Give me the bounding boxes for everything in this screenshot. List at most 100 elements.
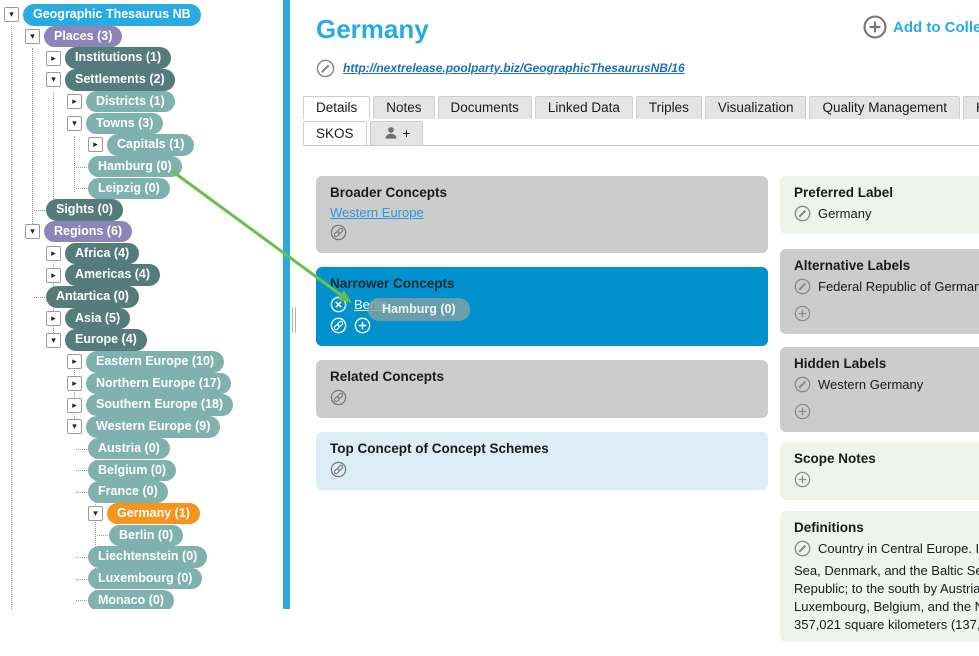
tree-node-institutions[interactable]: Institutions (1) [0, 47, 283, 69]
chevron-right-icon[interactable] [67, 354, 82, 369]
tab-user-add[interactable]: + [370, 121, 424, 145]
tab-history[interactable]: History [963, 96, 979, 119]
tree-node-districts[interactable]: Districts (1) [0, 91, 283, 113]
chevron-down-icon[interactable] [25, 29, 40, 44]
add-label-icon[interactable] [794, 403, 811, 420]
tree-pill[interactable]: Regions (6) [44, 221, 132, 243]
tree-node-sights[interactable]: Sights (0) [0, 199, 283, 221]
tree-pill[interactable]: Towns (3) [86, 113, 163, 135]
tree-node-leipzig[interactable]: Leipzig (0) [0, 178, 283, 200]
broader-concept-link[interactable]: Western Europe [330, 205, 424, 220]
tree-node-berlin[interactable]: Berlin (0) [0, 525, 283, 547]
chevron-down-icon[interactable] [88, 506, 103, 521]
tree-node-places[interactable]: Places (3) [0, 26, 283, 48]
tree-node-capitals[interactable]: Capitals (1) [0, 134, 283, 156]
chevron-right-icon[interactable] [46, 268, 61, 283]
edit-icon[interactable] [794, 278, 811, 295]
tree-pill[interactable]: France (0) [88, 481, 168, 503]
chevron-down-icon[interactable] [67, 419, 82, 434]
chevron-right-icon[interactable] [88, 137, 103, 152]
edit-uri-icon[interactable] [316, 59, 335, 78]
tree-pill[interactable]: Europe (4) [65, 329, 147, 351]
tab-details[interactable]: Details [303, 96, 370, 119]
splitter-grip[interactable] [292, 307, 296, 333]
tab-quality-management[interactable]: Quality Management [809, 96, 960, 119]
edit-icon[interactable] [794, 205, 811, 222]
tree-pill[interactable]: Places (3) [44, 26, 122, 48]
tree-pill[interactable]: Institutions (1) [65, 47, 171, 69]
chevron-right-icon[interactable] [67, 376, 82, 391]
chevron-right-icon[interactable] [67, 398, 82, 413]
tree-node-belgium[interactable]: Belgium (0) [0, 459, 283, 481]
add-to-collection-button[interactable]: Add to Collection [863, 15, 979, 39]
tree-node-root[interactable]: Geographic Thesaurus NB [0, 4, 283, 26]
tree-node-asia[interactable]: Asia (5) [0, 308, 283, 330]
remove-concept-icon[interactable] [330, 296, 347, 313]
tree-node-antartica[interactable]: Antartica (0) [0, 286, 283, 308]
tab-skos[interactable]: SKOS [303, 121, 367, 145]
tree-node-austria[interactable]: Austria (0) [0, 438, 283, 460]
tree-pill[interactable]: Northern Europe (17) [86, 373, 231, 395]
tree-pill[interactable]: Western Europe (9) [86, 416, 220, 438]
chevron-right-icon[interactable] [46, 311, 61, 326]
edit-icon[interactable] [794, 540, 811, 557]
tab-triples[interactable]: Triples [636, 96, 702, 119]
tree-node-western-europe[interactable]: Western Europe (9) [0, 416, 283, 438]
tree-pill[interactable]: Berlin (0) [109, 525, 183, 547]
tree-pill[interactable]: Settlements (2) [65, 69, 175, 91]
link-concept-icon[interactable] [330, 461, 347, 478]
tree-node-monaco[interactable]: Monaco (0) [0, 590, 283, 609]
tree-node-southern-europe[interactable]: Southern Europe (18) [0, 394, 283, 416]
add-label-icon[interactable] [794, 305, 811, 322]
tree-node-france[interactable]: France (0) [0, 481, 283, 503]
tree-pill[interactable]: Africa (4) [65, 243, 139, 265]
tree-pill[interactable]: Eastern Europe (10) [86, 351, 224, 373]
chevron-right-icon[interactable] [67, 94, 82, 109]
tree-node-liechtenstein[interactable]: Liechtenstein (0) [0, 546, 283, 568]
tree-pill[interactable]: Belgium (0) [88, 460, 176, 482]
chevron-right-icon[interactable] [46, 51, 61, 66]
tree-pill[interactable]: Districts (1) [86, 91, 175, 113]
tree-pill[interactable]: Leipzig (0) [88, 178, 170, 200]
tree-node-northern-europe[interactable]: Northern Europe (17) [0, 373, 283, 395]
tree-pill[interactable]: Geographic Thesaurus NB [23, 4, 201, 26]
tree-pill[interactable]: Hamburg (0) [88, 156, 182, 178]
tree-node-luxembourg[interactable]: Luxembourg (0) [0, 568, 283, 590]
add-concept-icon[interactable] [354, 317, 371, 334]
tree-pill[interactable]: Liechtenstein (0) [88, 546, 207, 568]
tab-notes[interactable]: Notes [373, 96, 434, 119]
tree-pill[interactable]: Americas (4) [65, 264, 160, 286]
tree-pill[interactable]: Austria (0) [88, 438, 170, 460]
link-concept-icon[interactable] [330, 389, 347, 406]
tree-pill[interactable]: Monaco (0) [88, 590, 174, 609]
tab-linked-data[interactable]: Linked Data [535, 96, 633, 119]
tree-node-towns[interactable]: Towns (3) [0, 112, 283, 134]
tree-node-africa[interactable]: Africa (4) [0, 243, 283, 265]
tree-pill-selected[interactable]: Germany (1) [107, 503, 200, 525]
chevron-right-icon[interactable] [46, 246, 61, 261]
tree-pill[interactable]: Luxembourg (0) [88, 568, 202, 590]
tree-pill[interactable]: Southern Europe (18) [86, 394, 233, 416]
edit-icon[interactable] [794, 376, 811, 393]
chevron-down-icon[interactable] [25, 224, 40, 239]
tree-node-settlements[interactable]: Settlements (2) [0, 69, 283, 91]
tree-node-eastern-europe[interactable]: Eastern Europe (10) [0, 351, 283, 373]
tree-pill[interactable]: Sights (0) [46, 199, 123, 221]
tree-node-americas[interactable]: Americas (4) [0, 264, 283, 286]
tree-pill[interactable]: Antartica (0) [46, 286, 139, 308]
tree-node-hamburg[interactable]: Hamburg (0) [0, 156, 283, 178]
tree-node-regions[interactable]: Regions (6) [0, 221, 283, 243]
add-note-icon[interactable] [794, 471, 811, 488]
link-concept-icon[interactable] [330, 224, 347, 241]
tree-node-germany-selected[interactable]: Germany (1) [0, 503, 283, 525]
chevron-down-icon[interactable] [46, 72, 61, 87]
chevron-down-icon[interactable] [4, 7, 19, 22]
link-concept-icon[interactable] [330, 317, 347, 334]
tree-pill[interactable]: Asia (5) [65, 308, 130, 330]
chevron-down-icon[interactable] [67, 116, 82, 131]
tab-visualization[interactable]: Visualization [705, 96, 807, 119]
tree-node-europe[interactable]: Europe (4) [0, 329, 283, 351]
panel-splitter[interactable] [283, 0, 290, 609]
chevron-down-icon[interactable] [46, 333, 61, 348]
concept-uri-link[interactable]: http://nextrelease.poolparty.biz/Geograp… [343, 61, 685, 75]
